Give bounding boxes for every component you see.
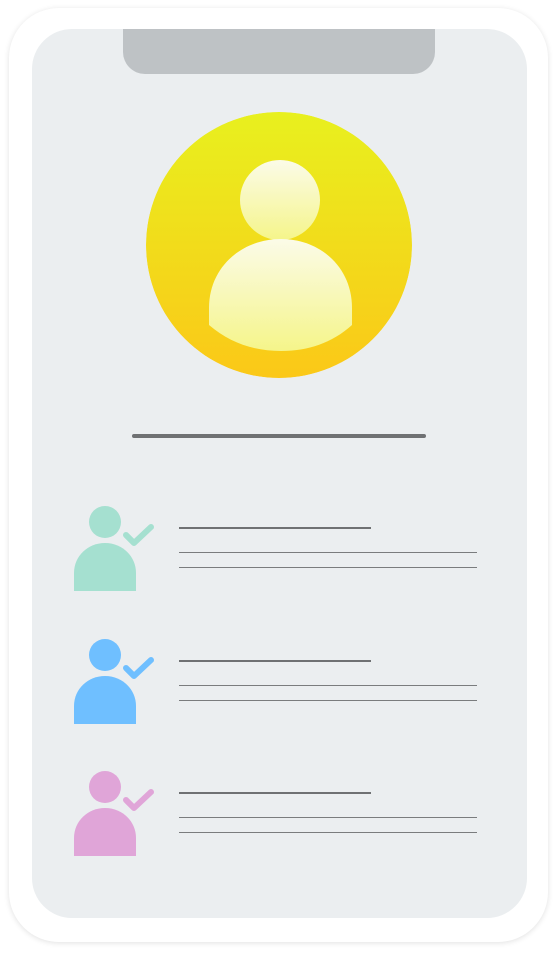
user-check-icon <box>74 639 154 724</box>
user-check-icon <box>74 506 154 591</box>
contact-detail-placeholder <box>179 685 477 686</box>
contact-detail-placeholder <box>179 552 477 553</box>
avatar-head <box>240 160 320 240</box>
check-mark-icon <box>123 524 154 546</box>
user-avatar-icon <box>146 112 412 378</box>
contact-item <box>72 638 492 728</box>
contact-name-placeholder <box>179 527 371 529</box>
contact-detail-placeholder <box>179 700 477 701</box>
user-head <box>89 639 121 671</box>
contact-detail-placeholder <box>179 832 477 833</box>
user-head <box>89 771 121 803</box>
contact-item <box>72 505 492 595</box>
contact-name-placeholder <box>179 792 371 794</box>
user-body <box>74 676 136 724</box>
phone-notch <box>123 29 435 74</box>
profile-avatar <box>146 112 412 378</box>
phone-screen <box>32 29 527 918</box>
phone-device <box>9 8 548 942</box>
contact-name-placeholder <box>179 660 371 662</box>
check-mark-icon <box>123 789 154 811</box>
check-mark-icon <box>123 657 154 679</box>
contact-detail-placeholder <box>179 817 477 818</box>
user-body <box>74 543 136 591</box>
contact-item <box>72 770 492 860</box>
user-head <box>89 506 121 538</box>
user-body <box>74 808 136 856</box>
contact-detail-placeholder <box>179 567 477 568</box>
user-check-icon <box>74 771 154 856</box>
profile-name-placeholder <box>132 434 426 438</box>
